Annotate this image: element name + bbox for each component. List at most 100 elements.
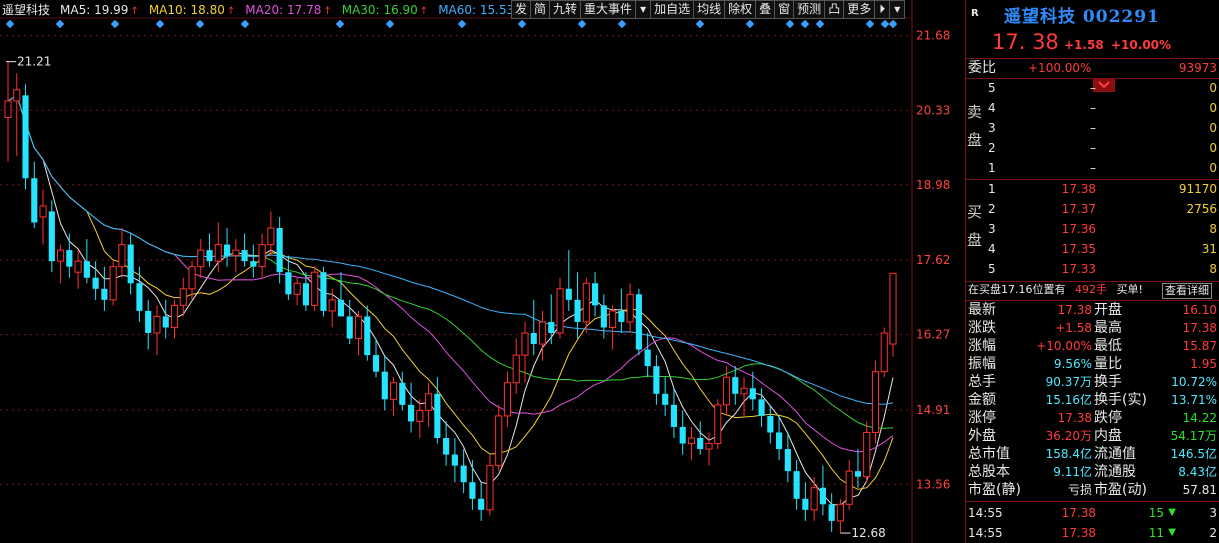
ma-legend-name: MA5 [60,3,87,17]
ma-legend-colon: : [472,3,480,17]
toolbar-button-7[interactable]: 除权 [724,0,757,19]
toolbar-button-6[interactable]: 均线 [693,0,726,19]
toolbar-button-1[interactable]: 简 [530,0,551,19]
stat-label: 最高 [1094,320,1122,336]
buy-row: 5 17.33 8 [966,259,1219,279]
candle-body [767,415,774,433]
view-detail-link[interactable]: 查看详细 [1162,283,1212,299]
price-change-pct: +10.00% [1111,38,1172,52]
ma-legend: 遥望科技 MA5: 19.99 ↑ MA10: 18.80 ↑ MA20: 17.78 ↑… [2,2,525,18]
stat-row: 涨跌 +1.58 最高 17.38 [966,319,1219,337]
candle-body [354,315,363,340]
event-marker-icon[interactable] [195,19,205,29]
event-marker-icon[interactable] [577,19,587,29]
event-marker-icon[interactable] [815,19,825,29]
toolbar-button-4[interactable]: ▾ [635,0,652,19]
weibi-value: +100.00% [1028,61,1092,75]
event-marker-icon[interactable] [745,19,755,29]
buy-level: 2 [988,202,996,216]
candle-body [732,377,739,394]
stat-label: 总市值 [968,446,1010,462]
candle-body [346,316,353,339]
stat-value: 57.81 [1182,483,1217,497]
candle-body [408,404,415,422]
sell-volume: 0 [1209,101,1217,115]
event-marker-icon[interactable] [888,19,898,29]
toolbar-button-2[interactable]: 九转 [549,0,582,19]
sell-level: 1 [988,161,996,175]
event-marker-icon[interactable] [865,19,875,29]
tick-volume: 11 [1148,526,1164,540]
candle-body [372,355,380,372]
kline-chart-svg[interactable]: 21.68 20.33 18.98 17.62 16.27 14.91 13.56 21.21… [0,0,965,543]
candle-body [582,282,590,323]
ma-legend-colon: : [182,3,191,17]
buy-price: 17.36 [1061,222,1096,236]
candle-body [337,299,345,317]
stat-label: 涨幅 [968,338,996,354]
stat-label: 内盘 [1094,428,1122,444]
y-tick-label: 18.98 [916,178,950,192]
ma-legend-colon: : [279,3,287,17]
stat-label: 涨跌 [968,320,996,336]
candle-body [153,315,161,334]
toolbar-button-13[interactable]: ⏵ [874,0,891,19]
ma-legend-name: MA10 [148,3,183,17]
up-arrow-icon: ↑ [226,6,236,17]
buy-row: 4 17.35 31 [966,239,1219,259]
ma-legend-value: 18.80 [190,3,225,17]
toolbar-button-8[interactable]: 叠 [755,0,776,19]
stat-label: 总股本 [968,464,1010,480]
event-marker-icon[interactable] [5,19,15,29]
event-marker-icon[interactable] [800,19,810,29]
info-tag: 买单! [1116,283,1143,296]
candle-body [197,249,205,268]
stat-row: 最新 17.38 开盘 16.10 [966,301,1219,319]
stat-value: 17.38 [1057,303,1092,317]
stat-label: 金额 [968,392,996,408]
toolbar-button-5[interactable]: 加自选 [650,0,695,19]
candle-body [320,272,327,311]
event-marker-icon[interactable] [385,19,395,29]
candle-body [416,409,424,422]
stat-value: 90.37万 [1045,375,1092,389]
stat-value: 54.17万 [1170,429,1217,443]
stat-row: 总股本 9.11亿 流通股 8.43亿 [966,463,1219,481]
candle-body [389,382,398,400]
toolbar-button-11[interactable]: 凸 [824,0,845,19]
buy-row: 1 17.38 91170 [966,179,1219,199]
event-marker-icon[interactable] [110,19,120,29]
event-marker-icon[interactable] [457,19,467,29]
event-marker-icon[interactable] [617,19,627,29]
price-change: +1.58 [1064,38,1104,52]
stat-label: 换手 [1094,374,1122,390]
candle-body [399,382,406,405]
event-marker-icon[interactable] [517,19,527,29]
toolbar-button-0[interactable]: 发 [511,0,532,19]
event-marker-icon[interactable] [695,19,705,29]
toolbar-button-12[interactable]: 更多 [843,0,876,19]
event-marker-icon[interactable] [55,19,65,29]
candle-body [574,299,581,322]
toolbar-button-10[interactable]: 预测 [793,0,826,19]
toolbar-button-14[interactable]: ▾ [889,0,906,19]
toolbar-button-3[interactable]: 重大事件 [580,0,637,19]
candle-body [425,393,433,411]
event-marker-icon[interactable] [240,19,250,29]
stat-label: 跌停 [1094,410,1122,426]
event-marker-icon[interactable] [155,19,165,29]
buy-side-label: 买盘 [967,203,983,249]
candle-body [802,498,809,510]
candle-body [101,288,108,300]
toolbar-button-9[interactable]: 窗 [774,0,795,19]
event-marker-icon[interactable] [785,19,795,29]
kline-chart[interactable]: 21.68 20.33 18.98 17.62 16.27 14.91 13.56 21.21… [0,0,965,543]
stat-value: 17.38 [1057,411,1092,425]
candle-body [13,89,21,102]
candle-body [626,293,634,323]
tick-count: 3 [1209,506,1217,520]
event-marker-icon[interactable] [335,19,345,29]
event-marker-icon[interactable] [880,19,890,29]
candle-body [871,371,880,433]
sell-volume: 0 [1209,161,1217,175]
